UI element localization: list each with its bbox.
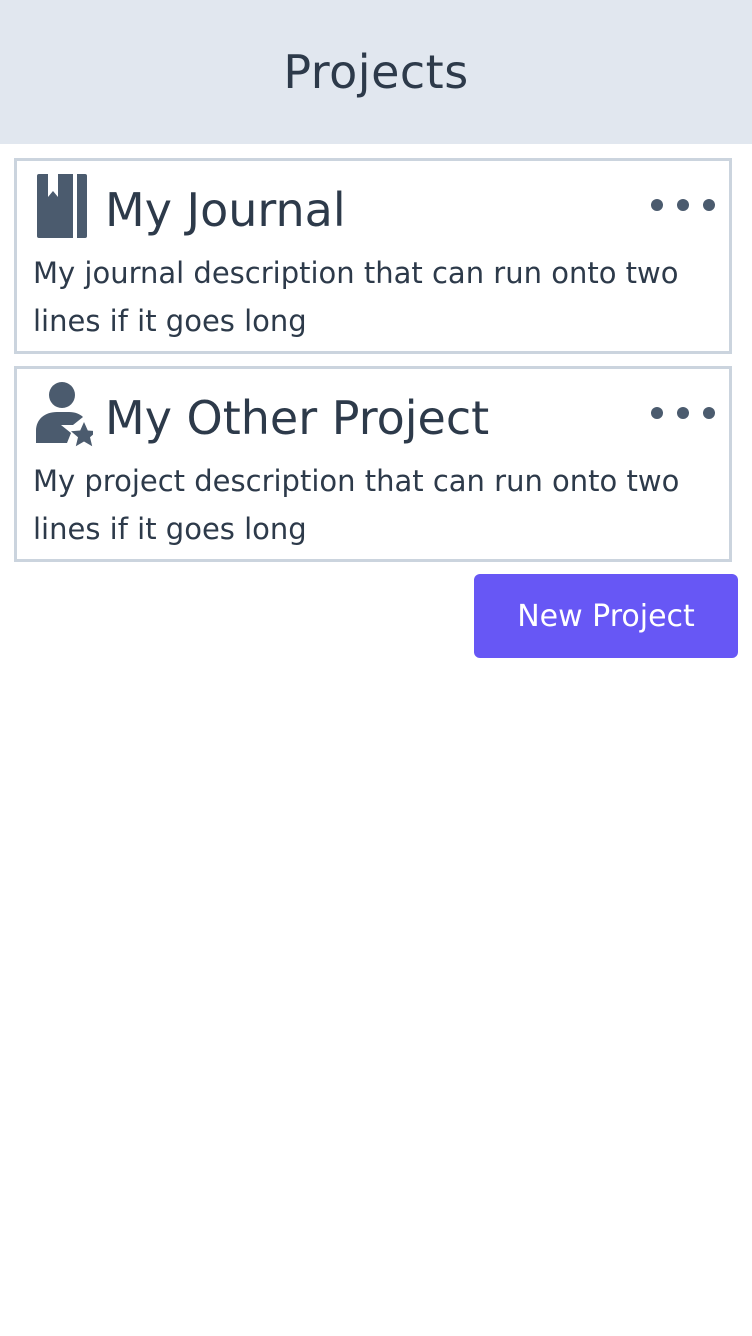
project-card-my-journal[interactable]: My Journal My journal description that c… [14, 158, 732, 354]
menu-dot [677, 407, 689, 419]
app-header: Projects [0, 0, 752, 144]
page-title: Projects [283, 45, 469, 99]
menu-dot [703, 199, 715, 211]
menu-dot [703, 407, 715, 419]
project-description: My journal description that can run onto… [33, 256, 679, 338]
menu-dot [677, 199, 689, 211]
project-description: My project description that can run onto… [33, 464, 680, 546]
project-title[interactable]: My Journal [105, 177, 346, 243]
more-options-icon[interactable] [651, 403, 715, 423]
new-project-button[interactable]: New Project [474, 574, 738, 658]
menu-dot [651, 199, 663, 211]
project-card-my-other-project[interactable]: My Other Project My project description … [14, 366, 732, 562]
more-options-icon[interactable] [651, 195, 715, 215]
journal-book-icon [35, 173, 93, 239]
user-star-icon [35, 381, 93, 447]
project-title[interactable]: My Other Project [105, 385, 489, 451]
menu-dot [651, 407, 663, 419]
